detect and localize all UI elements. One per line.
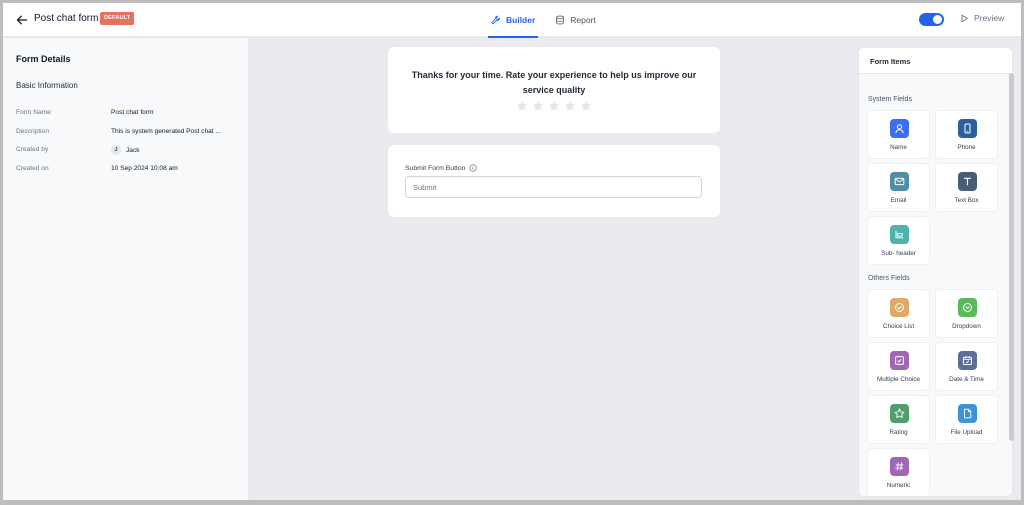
user-icon: [890, 119, 909, 138]
form-items-panel: Form Items System Fields Name Phone Emai…: [858, 47, 1013, 497]
detail-label: Description: [16, 128, 49, 135]
form-item-label: File Upload: [950, 429, 983, 436]
star-icon: [890, 404, 909, 423]
form-item-name[interactable]: Name: [867, 110, 930, 159]
form-item-multiple-choice[interactable]: Multiple Choice: [867, 342, 930, 391]
form-title: Post chat form: [34, 13, 99, 24]
form-item-file-upload[interactable]: File Upload: [935, 395, 998, 444]
detail-row-form-name: Form Name Post chat form: [16, 109, 246, 121]
toggle-knob: [933, 15, 942, 24]
form-item-text-box[interactable]: Text Box: [935, 163, 998, 212]
detail-value: Post chat form: [111, 109, 154, 116]
form-item-date-time[interactable]: Date & Time: [935, 342, 998, 391]
rating-question-text: Thanks for your time. Rate your experien…: [411, 70, 697, 95]
preview-button[interactable]: Preview: [960, 13, 1004, 23]
detail-row-created-by: Created by J Jack: [16, 145, 246, 158]
file-icon: [958, 404, 977, 423]
preview-label: Preview: [974, 13, 1005, 23]
tab-report[interactable]: Report: [552, 3, 599, 37]
form-item-label: Multiple Choice: [876, 376, 921, 383]
info-icon: [469, 164, 478, 172]
check-circle-icon: [890, 298, 909, 317]
rating-stars: [515, 99, 592, 112]
chevron-circle-icon: [958, 298, 977, 317]
form-item-dropdown[interactable]: Dropdown: [935, 289, 998, 338]
form-items-title: Form Items: [870, 57, 911, 66]
calendar-icon: [958, 351, 977, 370]
wrench-icon: [491, 15, 500, 25]
detail-value: This is system generated Post chat ...: [111, 128, 221, 135]
form-active-toggle[interactable]: [919, 13, 944, 26]
form-item-label: Date & Time: [949, 376, 984, 383]
detail-row-created-on: Created on 10 Sep 2024 10:08 am: [16, 165, 246, 177]
play-icon: [961, 14, 968, 22]
submit-field-label: Submit Form Button: [405, 164, 478, 172]
star-icon[interactable]: [515, 99, 528, 112]
default-badge: DEFAULT: [100, 12, 135, 25]
form-item-label: Choice List: [882, 323, 915, 330]
form-item-label: Text Box: [954, 197, 979, 204]
detail-value: J Jack: [111, 145, 140, 155]
detail-label: Created on: [16, 165, 49, 172]
form-details-panel: Form Details Basic Information Form Name…: [3, 38, 249, 500]
subheader-icon: [890, 225, 909, 244]
tab-builder-label: Builder: [506, 15, 536, 25]
form-item-sub-header[interactable]: Sub- header: [867, 216, 930, 265]
basic-information-heading: Basic Information: [16, 81, 78, 90]
form-item-label: Sub- header: [881, 250, 916, 257]
created-on-value: 10 Sep 2024 10:08 am: [111, 165, 178, 172]
form-items-header: Form Items: [859, 48, 1012, 74]
form-items-scrollbar[interactable]: [1009, 73, 1014, 441]
form-item-label: Rating: [889, 429, 908, 436]
avatar: J: [111, 145, 121, 155]
detail-row-description: Description This is system generated Pos…: [16, 128, 246, 140]
detail-value: 10 Sep 2024 10:08 am: [111, 165, 178, 172]
form-item-rating[interactable]: Rating: [867, 395, 930, 444]
database-icon: [556, 15, 565, 25]
tab-report-label: Report: [570, 15, 596, 25]
form-item-email[interactable]: Email: [867, 163, 930, 212]
form-item-numeric[interactable]: Numeric: [867, 448, 930, 496]
submit-field-label-text: Submit Form Button: [405, 164, 466, 172]
app-frame: Post chat form DEFAULT Builder Report Pr…: [3, 3, 1021, 500]
phone-icon: [958, 119, 977, 138]
form-item-label: Numeric: [886, 482, 911, 489]
hash-icon: [890, 457, 909, 476]
star-icon[interactable]: [531, 99, 544, 112]
star-icon[interactable]: [547, 99, 560, 112]
others-fields-heading: Others Fields: [868, 275, 910, 282]
submit-button-card[interactable]: Submit Form Button: [388, 145, 720, 217]
submit-button-text-input[interactable]: [405, 176, 702, 198]
star-icon[interactable]: [563, 99, 576, 112]
form-item-label: Dropdown: [952, 323, 981, 330]
form-item-label: Email: [890, 197, 907, 204]
top-bar: Post chat form DEFAULT Builder Report Pr…: [3, 3, 1021, 38]
email-icon: [890, 172, 909, 191]
system-fields-heading: System Fields: [868, 96, 912, 103]
rating-question-card[interactable]: Thanks for your time. Rate your experien…: [388, 47, 720, 133]
form-item-label: Phone: [957, 144, 976, 151]
created-by-value: Jack: [126, 146, 140, 154]
text-icon: [958, 172, 977, 191]
form-name-value: Post chat form: [111, 109, 154, 116]
back-button[interactable]: [13, 11, 31, 29]
arrow-left-icon: [16, 15, 28, 25]
form-item-label: Name: [890, 144, 907, 151]
form-item-choice-list[interactable]: Choice List: [867, 289, 930, 338]
description-value: This is system generated Post chat ...: [111, 128, 221, 135]
form-details-title: Form Details: [16, 54, 71, 64]
form-item-phone[interactable]: Phone: [935, 110, 998, 159]
star-icon[interactable]: [579, 99, 592, 112]
tab-builder[interactable]: Builder: [488, 3, 539, 38]
detail-label: Form Name: [16, 109, 51, 116]
checkbox-icon: [890, 351, 909, 370]
tab-bar: Builder Report: [488, 3, 599, 38]
detail-label: Created by: [16, 146, 49, 153]
